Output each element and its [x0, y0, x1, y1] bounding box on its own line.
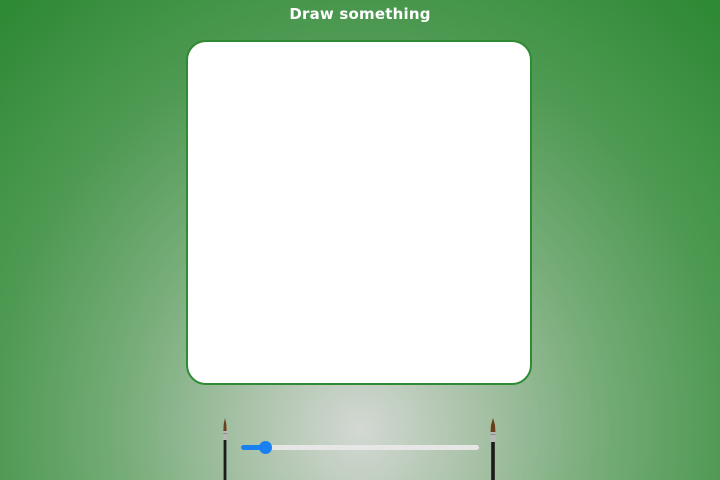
- page-title: Draw something: [289, 5, 431, 23]
- slider-track: [241, 445, 479, 450]
- slider-thumb[interactable]: [259, 441, 272, 454]
- brush-size-slider[interactable]: [241, 441, 479, 455]
- drawing-canvas[interactable]: [186, 40, 532, 385]
- large-brush-icon: [489, 418, 497, 480]
- small-brush-icon: [221, 418, 229, 480]
